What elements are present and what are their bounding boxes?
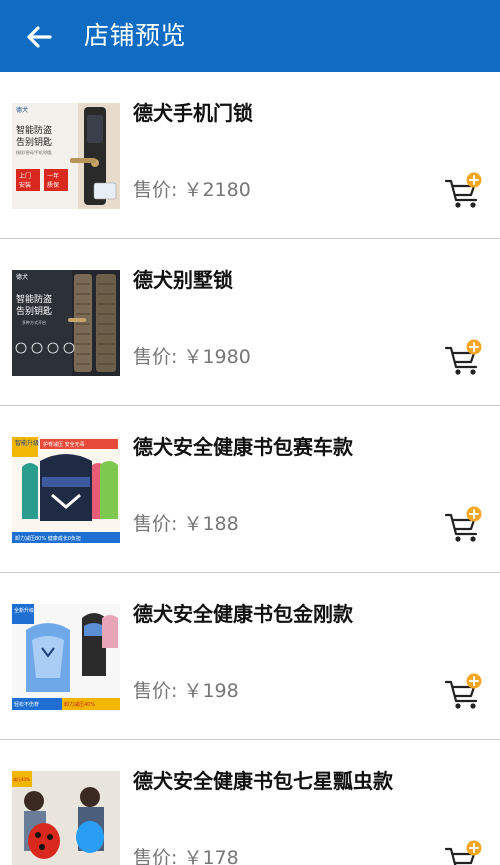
price-value: ￥178	[183, 847, 239, 865]
svg-text:减压40%: 减压40%	[13, 776, 30, 782]
product-name[interactable]: 德犬别墅锁	[133, 266, 233, 294]
svg-text:一年: 一年	[47, 172, 59, 180]
price-row: 售价: ￥2180	[133, 176, 251, 204]
product-list: 德犬 智能防盗 告别钥匙 指纹/密码/手机/钥匙 上门 安装 一年 质保 德犬手…	[0, 72, 500, 865]
product-name[interactable]: 德犬安全健康书包金刚款	[133, 600, 353, 628]
svg-text:全新升级: 全新升级	[14, 607, 34, 614]
price-value: ￥198	[183, 680, 239, 702]
svg-text:上门: 上门	[19, 172, 31, 180]
product-thumbnail[interactable]: 智能升级 护脊减压 安全无毒 卸力减压80% 健康成长0负担	[12, 437, 120, 543]
product-thumbnail[interactable]: 全新升级 轻松不伤脊 卸力减压40%	[12, 604, 120, 710]
svg-text:智能升级: 智能升级	[15, 439, 39, 447]
product-name[interactable]: 德犬安全健康书包七星瓢虫款	[133, 767, 393, 795]
price-label: 售价:	[133, 680, 178, 702]
product-thumbnail[interactable]: 德犬 智能防盗 告别钥匙 多种方式开启	[12, 270, 120, 376]
svg-text:安装: 安装	[19, 181, 31, 189]
page-title: 店铺预览	[84, 21, 187, 50]
brand-text: 德犬	[16, 106, 28, 114]
price-value: ￥1980	[183, 346, 251, 368]
product-item[interactable]: 德犬 智能防盗 告别钥匙 指纹/密码/手机/钥匙 上门 安装 一年 质保 德犬手…	[0, 72, 500, 239]
racing-schoolbag-image: 智能升级 护脊减压 安全无毒 卸力减压80% 健康成长0负担	[12, 437, 120, 543]
svg-text:德犬: 德犬	[16, 273, 28, 281]
villa-lock-image: 德犬 智能防盗 告别钥匙 多种方式开启	[12, 270, 120, 376]
back-arrow-icon[interactable]	[22, 20, 56, 54]
price-value: ￥188	[183, 513, 239, 535]
svg-text:告别钥匙: 告别钥匙	[16, 305, 52, 317]
svg-text:护脊减压 安全无毒: 护脊减压 安全无毒	[43, 441, 85, 448]
product-item[interactable]: 全新升级 轻松不伤脊 卸力减压40% 德犬安全健康书包金刚款 售价: ￥198	[0, 573, 500, 740]
svg-text:智能防盗: 智能防盗	[16, 124, 52, 136]
price-row: 售价: ￥178	[133, 844, 239, 865]
svg-text:轻松不伤脊: 轻松不伤脊	[14, 701, 39, 708]
price-row: 售价: ￥1980	[133, 343, 251, 371]
ladybug-schoolbag-image: 减压40%	[12, 771, 120, 865]
product-name[interactable]: 德犬手机门锁	[133, 99, 253, 127]
price-row: 售价: ￥188	[133, 510, 239, 538]
product-thumbnail[interactable]: 德犬 智能防盗 告别钥匙 指纹/密码/手机/钥匙 上门 安装 一年 质保	[12, 103, 120, 209]
price-row: 售价: ￥198	[133, 677, 239, 705]
app-bar: 店铺预览	[0, 0, 500, 72]
svg-text:卸力减压80% 健康成长0负担: 卸力减压80% 健康成长0负担	[15, 535, 81, 542]
price-value: ￥2180	[183, 179, 251, 201]
product-item[interactable]: 减压40% 德犬安全健康书包七星瓢虫款 售价: ￥178	[0, 740, 500, 865]
price-label: 售价:	[133, 847, 178, 865]
price-label: 售价:	[133, 346, 178, 368]
add-to-cart-icon[interactable]	[443, 339, 483, 377]
product-thumbnail[interactable]: 减压40%	[12, 771, 120, 865]
svg-text:指纹/密码/手机/钥匙: 指纹/密码/手机/钥匙	[16, 149, 52, 155]
add-to-cart-icon[interactable]	[443, 673, 483, 711]
add-to-cart-icon[interactable]	[443, 172, 483, 210]
svg-text:智能防盗: 智能防盗	[16, 293, 52, 305]
svg-text:多种方式开启: 多种方式开启	[22, 319, 46, 325]
svg-text:质保: 质保	[47, 181, 59, 189]
product-item[interactable]: 德犬 智能防盗 告别钥匙 多种方式开启 德犬别墅锁 售价: ￥1980	[0, 239, 500, 406]
price-label: 售价:	[133, 179, 178, 201]
add-to-cart-icon[interactable]	[443, 840, 483, 865]
kingkong-schoolbag-image: 全新升级 轻松不伤脊 卸力减压40%	[12, 604, 120, 710]
product-item[interactable]: 智能升级 护脊减压 安全无毒 卸力减压80% 健康成长0负担 德犬安全健康书包赛…	[0, 406, 500, 573]
price-label: 售价:	[133, 513, 178, 535]
smart-door-lock-image: 德犬 智能防盗 告别钥匙 指纹/密码/手机/钥匙 上门 安装 一年 质保	[12, 103, 120, 209]
svg-text:卸力减压40%: 卸力减压40%	[64, 701, 95, 708]
svg-text:告别钥匙: 告别钥匙	[16, 136, 52, 148]
add-to-cart-icon[interactable]	[443, 506, 483, 544]
product-name[interactable]: 德犬安全健康书包赛车款	[133, 433, 353, 461]
